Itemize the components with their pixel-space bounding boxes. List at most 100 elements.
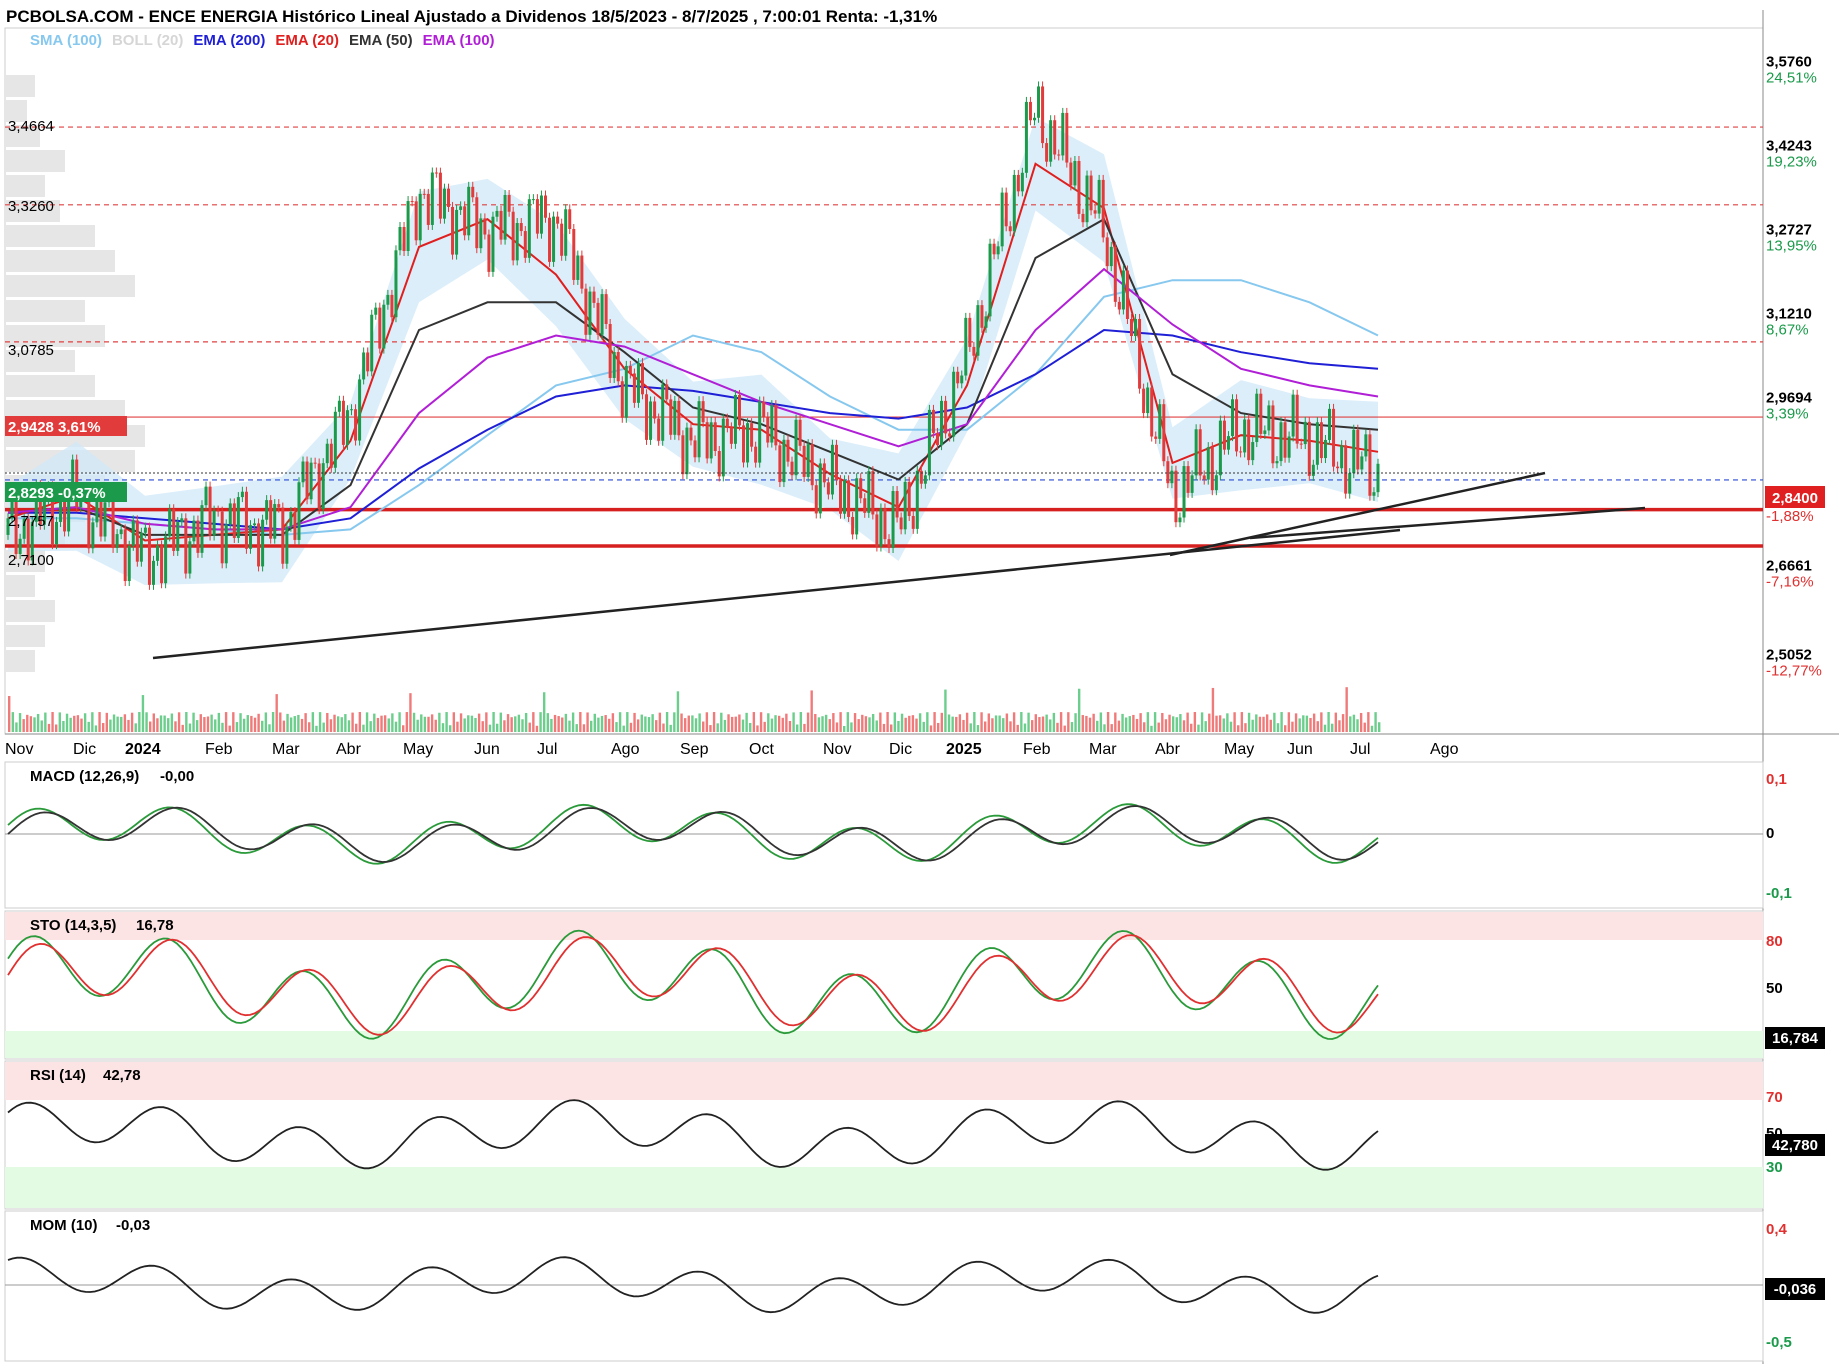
volume-bar <box>318 712 322 732</box>
candle-body <box>1352 429 1356 474</box>
candle-body <box>737 394 741 426</box>
volume-bar <box>1190 723 1193 732</box>
candle-body <box>628 365 632 374</box>
candle-body <box>1279 422 1283 462</box>
volume-bar <box>206 716 210 732</box>
volume-bar <box>687 715 690 732</box>
candle-body <box>455 209 459 255</box>
volume-bar <box>980 712 983 732</box>
volume-bar <box>1038 717 1041 732</box>
volume-bar <box>1056 722 1059 732</box>
rsi-tick-70: 70 <box>1766 1089 1783 1106</box>
candle-body <box>984 316 988 328</box>
volume-profile-bar <box>5 600 55 622</box>
volume-bar <box>1175 717 1178 732</box>
x-month-label: Jul <box>1350 741 1370 758</box>
volume-bar <box>893 712 897 732</box>
candle-body <box>1251 442 1255 461</box>
volume-bar <box>817 717 821 732</box>
volume-profile <box>5 75 145 672</box>
x-month-label: May <box>403 741 433 758</box>
candle-body <box>1239 451 1243 453</box>
volume-profile-bar <box>5 225 95 247</box>
volume-bar <box>492 712 495 732</box>
candle-body <box>265 500 269 520</box>
candle-body <box>847 480 851 517</box>
candle-body <box>285 526 289 564</box>
candle-body <box>972 346 976 356</box>
volume-profile-bar <box>5 575 35 597</box>
volume-bar <box>904 717 907 732</box>
volume-bar <box>799 712 803 732</box>
candle-body <box>390 294 394 318</box>
candle-body <box>673 400 677 435</box>
candle-body <box>895 491 899 518</box>
candle-body <box>1344 445 1348 494</box>
y-tick-pct: 19,23% <box>1766 153 1817 170</box>
volume-bar <box>777 715 781 732</box>
volume-bar <box>947 714 951 732</box>
volume-bar <box>434 719 437 732</box>
candle-body <box>782 439 786 483</box>
volume-bar <box>1208 713 1211 732</box>
candle-body <box>705 422 709 459</box>
candle-body <box>1125 270 1129 320</box>
volume-bar <box>871 713 875 732</box>
volume-bar <box>897 720 900 732</box>
candle-body <box>693 440 697 458</box>
volume-bar <box>1088 717 1092 732</box>
volume-bar <box>116 716 119 732</box>
candle-body <box>297 482 301 540</box>
volume-bar <box>1171 716 1175 732</box>
candle-body <box>1085 175 1089 223</box>
volume-bar <box>1273 712 1276 732</box>
candle-body <box>709 422 713 459</box>
volume-bar <box>1099 712 1103 732</box>
volume-bar <box>828 719 831 732</box>
volume-bar <box>857 719 860 732</box>
volume-bar <box>983 721 987 732</box>
volume-bar <box>738 714 741 732</box>
candle-body <box>1194 429 1198 476</box>
candle-body <box>277 504 281 508</box>
y-tick-pct: 3,39% <box>1766 405 1809 422</box>
volume-bar <box>351 712 354 732</box>
volume-bar <box>528 722 531 732</box>
volume-bar <box>998 715 1001 732</box>
volume-bar <box>44 712 47 732</box>
volume-bar <box>683 718 687 732</box>
chart-title: PCBOLSA.COM - ENCE ENERGIA Histórico Lin… <box>6 7 937 26</box>
candle-body <box>798 419 802 446</box>
volume-bar <box>1157 722 1160 732</box>
candle-body <box>1319 422 1323 459</box>
volume-bar <box>900 713 904 732</box>
volume-bar <box>329 719 333 732</box>
volume-bar <box>156 718 159 732</box>
volume-bar <box>651 714 654 732</box>
candle-body <box>1073 160 1077 186</box>
volume-bar <box>1338 720 1341 732</box>
current-price-pct: -1,88% <box>1766 508 1814 525</box>
volume-bar <box>398 712 401 732</box>
volume-bar <box>1059 712 1063 732</box>
candle-body <box>653 401 657 419</box>
candle-body <box>1032 117 1036 121</box>
candle-body <box>147 527 151 585</box>
legend-item-1: BOLL (20) <box>112 32 183 49</box>
volume-bar <box>926 712 929 732</box>
volume-bar <box>152 713 155 732</box>
volume-profile-bar <box>5 375 95 397</box>
candle-body <box>1000 192 1004 247</box>
candle-body <box>418 193 422 241</box>
volume-bar <box>1030 720 1034 732</box>
candle-body <box>535 199 539 234</box>
volume-bar <box>803 723 806 732</box>
volume-bar <box>1045 714 1048 732</box>
volume-bar <box>955 716 958 732</box>
volume-bar <box>29 716 33 732</box>
volume-bar <box>438 712 441 732</box>
volume-bar <box>994 715 998 732</box>
candle-body <box>592 291 596 303</box>
current-price-tag: 2,8400 -1,88% <box>1765 486 1825 525</box>
volume-bar <box>459 713 463 732</box>
